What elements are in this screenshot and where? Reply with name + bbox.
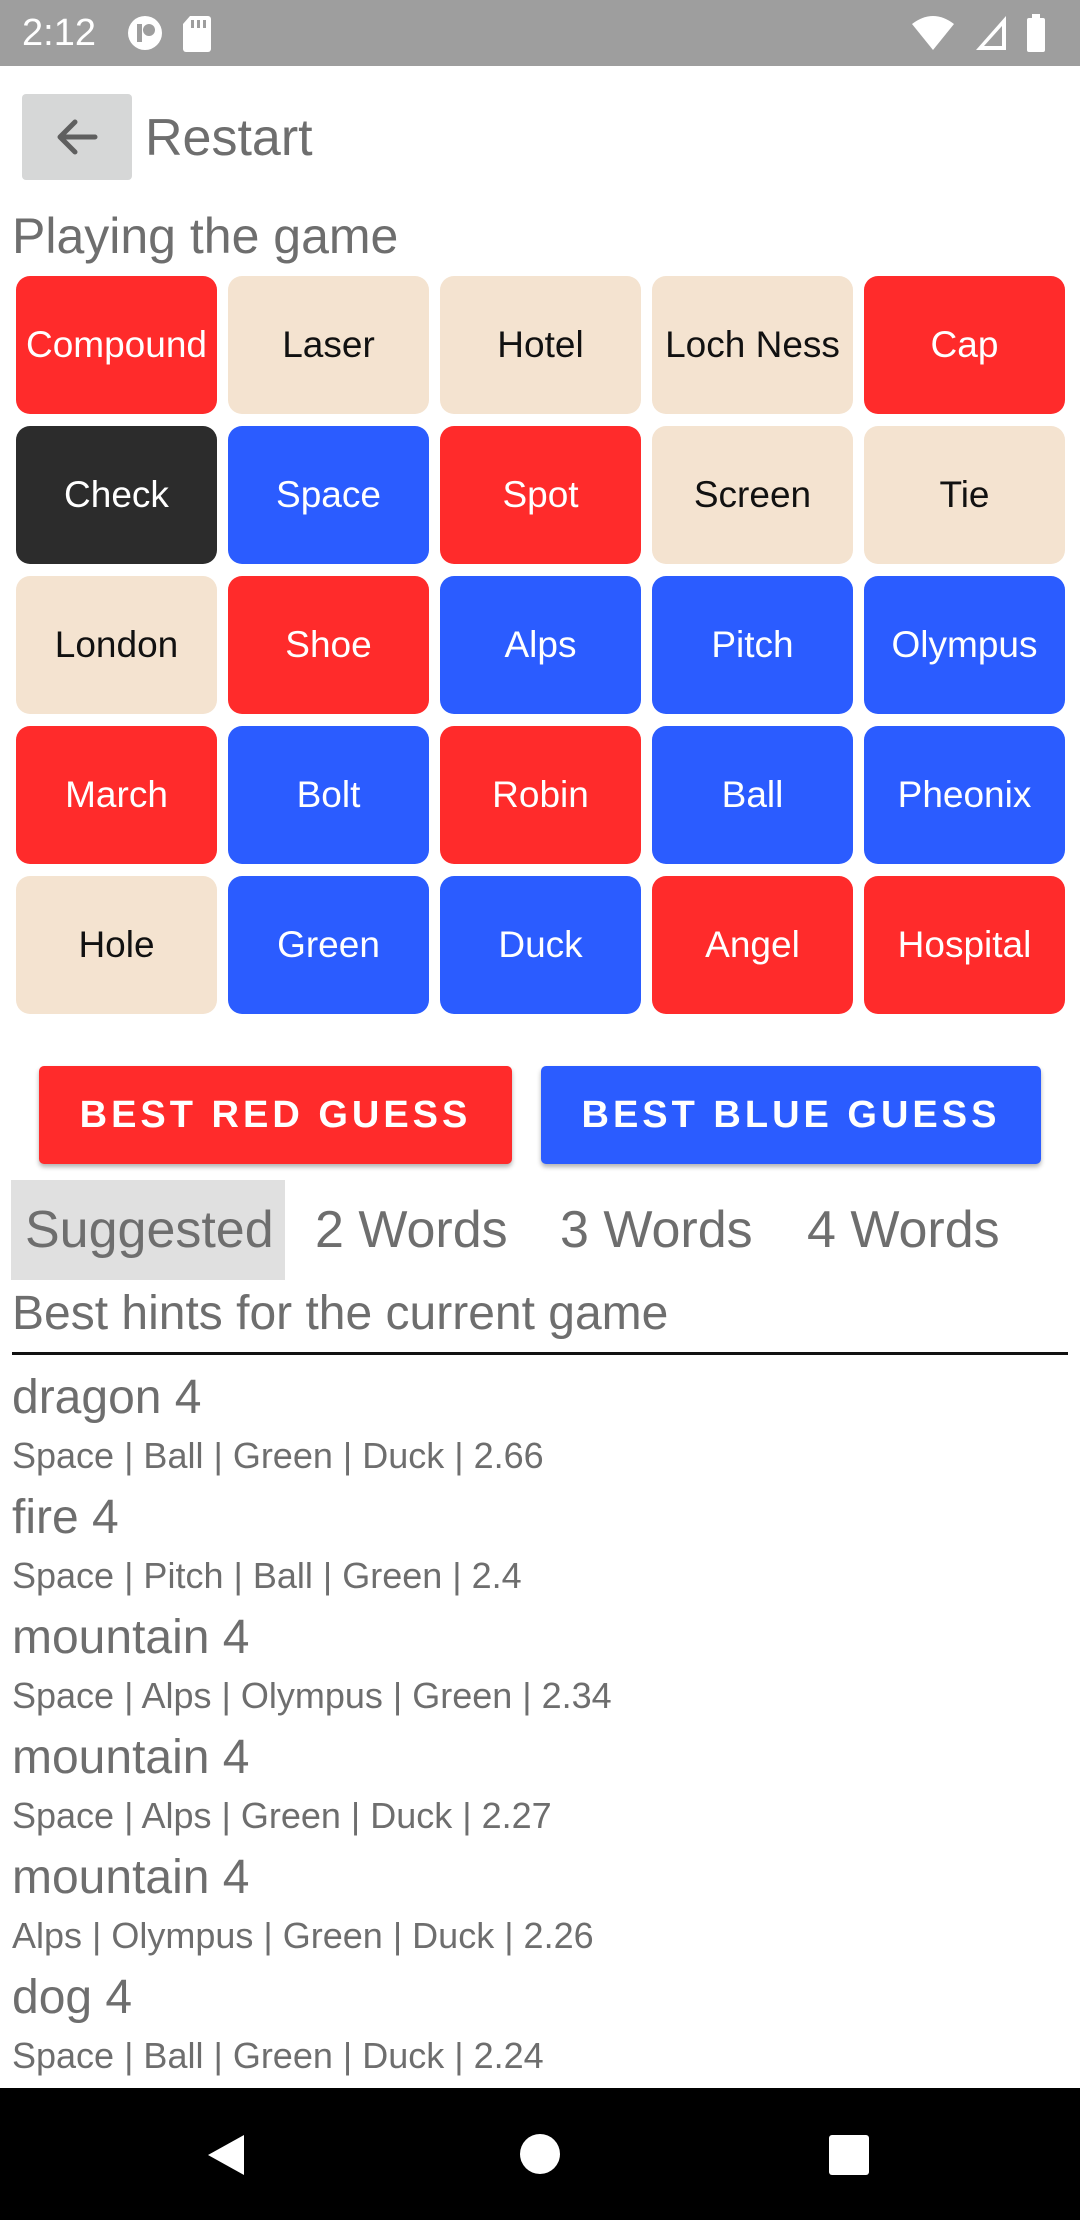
battery-icon: [1027, 14, 1045, 52]
hint-word: mountain 4: [12, 1851, 250, 1904]
hint-detail: Space | Ball | Green | Duck | 2.66: [12, 1435, 544, 1476]
word-card[interactable]: Pitch: [652, 576, 853, 714]
list-item[interactable]: fire 4 Space | Pitch | Ball | Green | 2.…: [12, 1486, 1068, 1606]
toolbar: Restart: [0, 66, 1080, 204]
status-icons-left: [126, 14, 226, 52]
hints-header: Best hints for the current game: [12, 1282, 1068, 1355]
hint-word: mountain 4: [12, 1731, 250, 1784]
status-bar: 2:12: [0, 0, 1080, 66]
word-card[interactable]: Cap: [864, 276, 1065, 414]
hint-detail: Alps | Olympus | Green | Duck | 2.26: [12, 1915, 594, 1956]
back-button[interactable]: [22, 94, 132, 180]
hint-detail: Space | Ball | Green | Duck | 2.24: [12, 2035, 544, 2076]
word-card[interactable]: Pheonix: [864, 726, 1065, 864]
hint-word: dog 4: [12, 1971, 133, 2024]
list-item[interactable]: mountain 4 Alps | Olympus | Green | Duck…: [12, 1846, 1068, 1966]
word-card[interactable]: Bolt: [228, 726, 429, 864]
hint-word: fire 4: [12, 1491, 119, 1544]
restart-title[interactable]: Restart: [145, 108, 313, 168]
nav-back-button[interactable]: [204, 2132, 248, 2183]
hint-word: mountain 4: [12, 1611, 250, 1664]
list-item[interactable]: mountain 4 Space | Alps | Green | Duck |…: [12, 1726, 1068, 1846]
word-card[interactable]: Angel: [652, 876, 853, 1014]
word-card[interactable]: Spot: [440, 426, 641, 564]
hint-detail: Space | Alps | Green | Duck | 2.27: [12, 1795, 552, 1836]
word-card[interactable]: Alps: [440, 576, 641, 714]
hint-word: dragon 4: [12, 1371, 202, 1424]
hint-list: dragon 4 Space | Ball | Green | Duck | 2…: [12, 1366, 1068, 2086]
word-card[interactable]: Ball: [652, 726, 853, 864]
list-item[interactable]: dog 4 Space | Ball | Green | Duck | 2.24: [12, 1966, 1068, 2086]
tab-suggested[interactable]: Suggested: [11, 1180, 285, 1280]
nav-home-button[interactable]: [518, 2132, 562, 2181]
square-recents-icon: [829, 2135, 869, 2175]
word-card[interactable]: Hole: [16, 876, 217, 1014]
word-card[interactable]: Loch Ness: [652, 276, 853, 414]
sd-card-icon: [183, 16, 212, 52]
word-card[interactable]: Hotel: [440, 276, 641, 414]
word-card[interactable]: Green: [228, 876, 429, 1014]
list-item[interactable]: mountain 4 Space | Alps | Olympus | Gree…: [12, 1606, 1068, 1726]
best-red-guess-button[interactable]: BEST RED GUESS: [39, 1066, 512, 1164]
word-card[interactable]: Compound: [16, 276, 217, 414]
word-card[interactable]: Olympus: [864, 576, 1065, 714]
best-blue-guess-button[interactable]: BEST BLUE GUESS: [541, 1066, 1041, 1164]
word-card[interactable]: Laser: [228, 276, 429, 414]
word-card[interactable]: Tie: [864, 426, 1065, 564]
status-time: 2:12: [22, 12, 96, 54]
word-card[interactable]: Robin: [440, 726, 641, 864]
word-card[interactable]: Shoe: [228, 576, 429, 714]
word-card[interactable]: Hospital: [864, 876, 1065, 1014]
arrow-left-icon: [57, 119, 98, 155]
signal-icon: [975, 16, 1006, 50]
game-controller-icon: [128, 16, 162, 50]
word-card[interactable]: Screen: [652, 426, 853, 564]
triangle-back-icon: [208, 2135, 244, 2175]
status-icons-right: [911, 14, 1060, 52]
wifi-icon: [912, 16, 955, 50]
tab-3-words[interactable]: 3 Words: [546, 1180, 767, 1280]
hint-detail: Space | Alps | Olympus | Green | 2.34: [12, 1675, 612, 1716]
word-board: Compound Laser Hotel Loch Ness Cap Check Space…: [16, 276, 1066, 1016]
nav-recents-button[interactable]: [828, 2134, 870, 2181]
tab-4-words[interactable]: 4 Words: [793, 1180, 1014, 1280]
tab-2-words[interactable]: 2 Words: [301, 1180, 522, 1280]
word-card[interactable]: Space: [228, 426, 429, 564]
word-card[interactable]: Check: [16, 426, 217, 564]
section-title: Playing the game: [12, 208, 399, 264]
word-card[interactable]: London: [16, 576, 217, 714]
system-nav-bar: [0, 2088, 1080, 2220]
circle-home-icon: [520, 2134, 560, 2174]
word-card[interactable]: March: [16, 726, 217, 864]
hint-tabs: Suggested 2 Words 3 Words 4 Words: [11, 1180, 1071, 1280]
word-card[interactable]: Duck: [440, 876, 641, 1014]
list-item[interactable]: dragon 4 Space | Ball | Green | Duck | 2…: [12, 1366, 1068, 1486]
hint-detail: Space | Pitch | Ball | Green | 2.4: [12, 1555, 522, 1596]
